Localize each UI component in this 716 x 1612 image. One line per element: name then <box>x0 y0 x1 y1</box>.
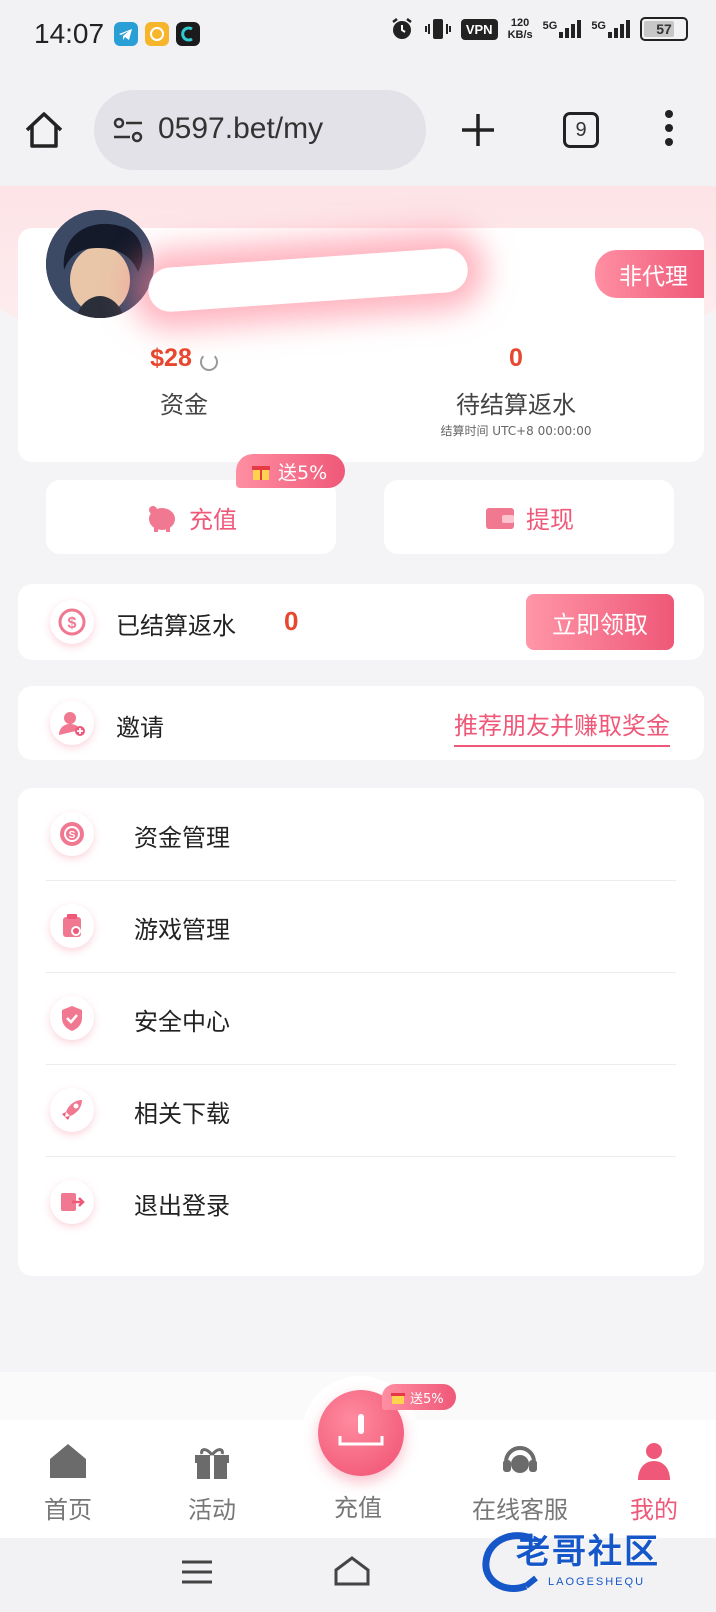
settled-rebate-row: $ 已结算返水 0 立即领取 <box>18 584 704 660</box>
tab-activity[interactable]: 活动 <box>152 1438 272 1525</box>
headset-icon <box>503 1446 537 1473</box>
redacted-username <box>146 246 470 314</box>
url-text[interactable]: 0597.bet/my <box>158 112 323 146</box>
gift-icon <box>252 466 270 480</box>
agent-status-badge: 非代理 <box>595 250 704 298</box>
tab-home[interactable]: 首页 <box>8 1438 128 1525</box>
site-settings-icon[interactable] <box>112 116 144 144</box>
game-manage-icon <box>50 904 94 948</box>
settled-rebate-value: 0 <box>284 606 299 636</box>
browser-toolbar: 0597.bet/my 9 <box>0 74 716 186</box>
status-indicators: VPN 120 KB/s 5G 5G 57 <box>389 16 688 42</box>
tab-promo-badge: 送5% <box>382 1384 456 1410</box>
menu-item-security-center[interactable]: 安全中心 <box>46 972 676 1065</box>
menu-item-downloads[interactable]: 相关下载 <box>46 1064 676 1157</box>
watermark-subtitle: LAOGESHEQU <box>548 1576 646 1588</box>
balance-label: 资金 <box>160 391 208 419</box>
balance-stat: $28 资金 <box>94 344 274 420</box>
status-bar: 14:07 VPN 120 KB/s 5G 5G 57 <box>0 0 716 74</box>
wallet-icon <box>486 508 514 529</box>
tab-customer-service[interactable]: 在线客服 <box>448 1438 592 1525</box>
signal-2: 5G <box>591 20 630 38</box>
add-user-icon <box>50 701 94 745</box>
home-tab-icon <box>50 1444 86 1478</box>
profile-card: 非代理 $28 资金 0 待结算返水 结算时间 UTC+8 00:00:00 <box>18 210 704 462</box>
more-menu-icon[interactable] <box>664 108 674 148</box>
signal-1: 5G <box>543 20 582 38</box>
rocket-icon <box>50 1088 94 1132</box>
deposit-promo-badge: 送5% <box>236 454 346 488</box>
svg-text:$: $ <box>68 615 77 632</box>
vibrate-icon <box>424 19 451 39</box>
system-home-icon[interactable] <box>332 1554 372 1588</box>
refer-friends-link[interactable]: 推荐朋友并赚取奖金 <box>454 706 670 747</box>
alarm-icon <box>392 18 412 39</box>
tab-switcher-button[interactable]: 9 <box>563 112 599 148</box>
settlement-time: 结算时间 UTC+8 00:00:00 <box>440 424 592 438</box>
claim-now-button[interactable]: 立即领取 <box>526 594 674 650</box>
pending-rebate-stat: 0 待结算返水 结算时间 UTC+8 00:00:00 <box>404 344 628 439</box>
settled-rebate-label: 已结算返水 <box>116 612 236 640</box>
deposit-label: 充值 <box>189 505 237 534</box>
gift-small-icon <box>391 1393 405 1404</box>
pending-rebate-label: 待结算返水 <box>456 391 576 419</box>
logout-icon <box>50 1180 94 1224</box>
dollar-refresh-icon: $ <box>50 600 94 644</box>
status-time: 14:07 <box>34 18 105 49</box>
menu-item-fund-management[interactable]: S 资金管理 <box>46 788 676 881</box>
svg-text:S: S <box>69 830 76 841</box>
invite-row[interactable]: 邀请 推荐朋友并赚取奖金 <box>18 686 704 760</box>
deposit-button[interactable]: 充值 <box>46 480 336 554</box>
invite-label: 邀请 <box>116 714 164 742</box>
withdraw-label: 提现 <box>526 505 574 534</box>
app-notification-icon <box>145 22 169 46</box>
user-tab-icon <box>638 1443 670 1480</box>
gift-tab-icon <box>195 1448 229 1479</box>
network-speed: 120 KB/s <box>507 17 533 41</box>
menu-item-game-management[interactable]: 游戏管理 <box>46 880 676 973</box>
account-menu: S 资金管理 游戏管理 安全中心 相关下载 退出登录 <box>18 788 704 1276</box>
pending-rebate-value: 0 <box>509 344 523 372</box>
tab-deposit-label[interactable]: 充值 <box>298 1488 418 1523</box>
withdraw-button[interactable]: 提现 <box>384 480 674 554</box>
refresh-icon[interactable] <box>199 352 218 371</box>
recent-apps-icon[interactable] <box>180 1558 214 1586</box>
home-icon[interactable] <box>22 108 66 152</box>
new-tab-icon[interactable] <box>458 110 498 150</box>
watermark-title: 老哥社区 <box>516 1532 660 1572</box>
avatar[interactable] <box>46 210 154 318</box>
money-icon: S <box>50 812 94 856</box>
shield-icon <box>50 996 94 1040</box>
watermark-logo: 老哥社区 LAOGESHEQU <box>478 1524 710 1608</box>
tab-mine[interactable]: 我的 <box>594 1438 714 1525</box>
app-c-icon <box>176 22 200 46</box>
address-bar[interactable]: 0597.bet/my <box>94 90 426 170</box>
vpn-badge: VPN <box>460 18 498 40</box>
balance-value: $28 <box>150 344 192 372</box>
piggy-bank-icon <box>149 506 175 532</box>
battery-icon: 57 <box>640 17 688 41</box>
menu-item-logout[interactable]: 退出登录 <box>46 1156 676 1248</box>
telegram-icon <box>114 22 138 46</box>
